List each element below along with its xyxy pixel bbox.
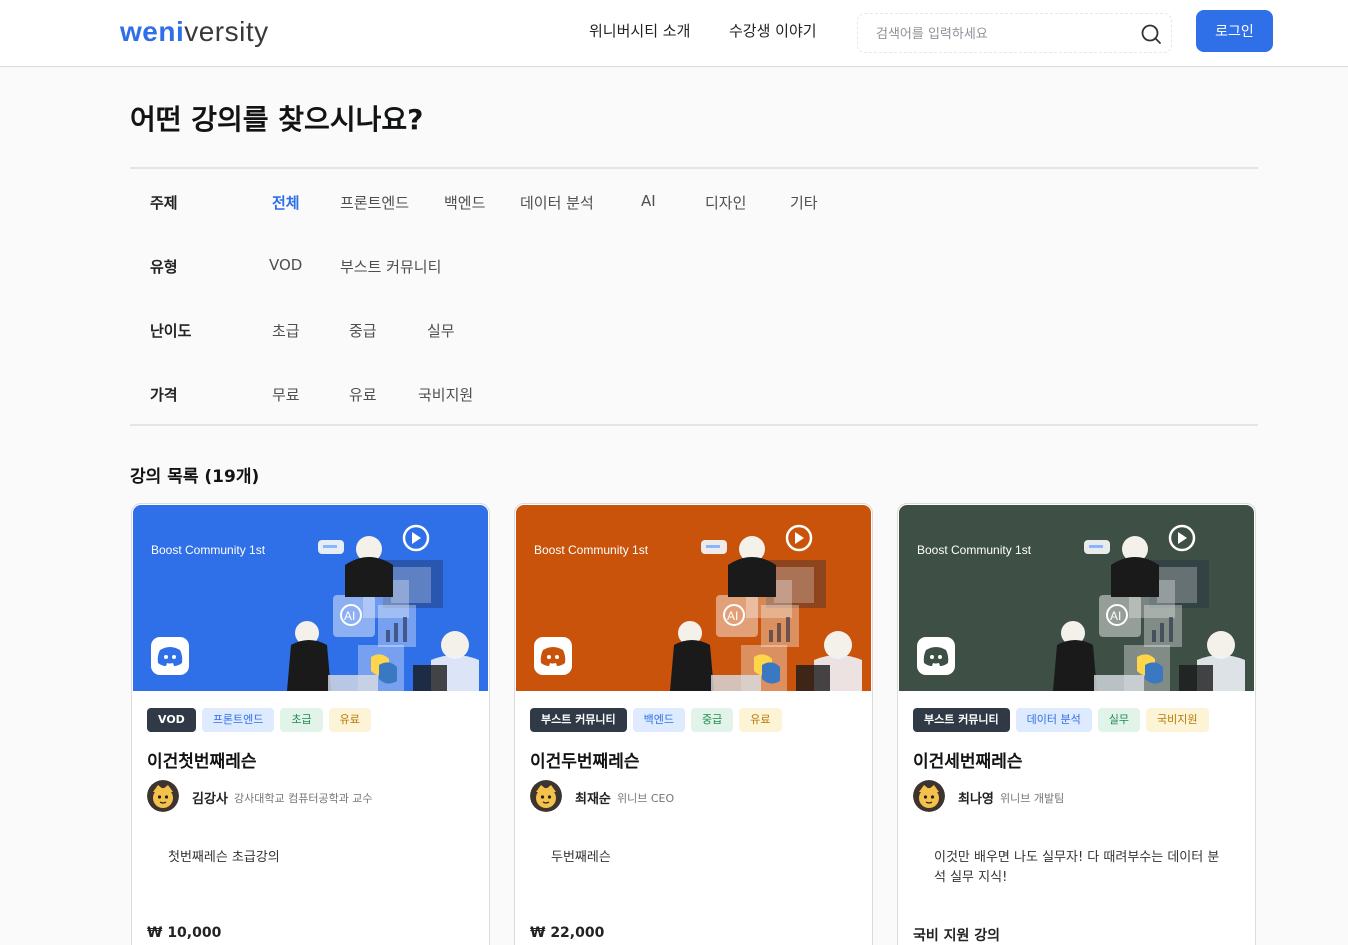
discord-icon: [157, 647, 183, 666]
tag-topic: 데이터 분석: [1015, 708, 1092, 732]
course-title[interactable]: 이건첫번째레슨: [147, 747, 256, 772]
filter-topic-data[interactable]: 데이터 분석: [520, 192, 594, 213]
course-banner-art: Boost Community 1st AI: [133, 505, 488, 691]
filter-price-gov[interactable]: 국비지원: [418, 384, 473, 405]
author-avatar-art: [913, 780, 945, 812]
search-box: [857, 13, 1172, 53]
course-description: 첫번째레슨 초급강의: [168, 850, 280, 865]
filter-price-paid[interactable]: 유료: [349, 384, 377, 405]
filter-label-level: 난이도: [150, 322, 192, 340]
tag-level: 초급: [280, 708, 323, 732]
filter-topic-backend[interactable]: 백엔드: [444, 192, 485, 213]
course-tags: VOD 프론트엔드 초급 유료: [147, 708, 377, 732]
avatar: [530, 780, 562, 812]
tag-price: 유료: [739, 708, 782, 732]
filter-level-intermediate[interactable]: 중급: [349, 320, 377, 341]
filter-level-practical[interactable]: 실무: [427, 320, 455, 341]
site-header: weniversity 위니버시티 소개 수강생 이야기 로그인: [0, 0, 1348, 67]
author-avatar-art: [530, 780, 562, 812]
course-thumbnail: Boost Community 1st AI: [899, 505, 1254, 691]
discord-icon: [923, 647, 949, 666]
nav-stories[interactable]: 수강생 이야기: [729, 20, 817, 41]
tag-type: VOD: [147, 708, 196, 732]
course-description: 두번째레슨: [551, 850, 611, 865]
filter-row-level: 난이도 초급 중급 실무: [130, 320, 1258, 350]
course-thumbnail: Boost Community 1st AI: [133, 505, 488, 691]
filter-label-price: 가격: [150, 386, 178, 404]
course-card[interactable]: Boost Community 1st AI 부스트 커뮤니티 데이터 분석 실…: [897, 503, 1256, 945]
author-name: 김강사: [192, 792, 228, 807]
filter-type-vod[interactable]: VOD: [269, 256, 302, 274]
filter-row-price: 가격 무료 유료 국비지원: [130, 384, 1258, 414]
nav-about[interactable]: 위니버시티 소개: [589, 20, 690, 41]
tag-topic: 프론트엔드: [201, 708, 275, 732]
banner-text: Boost Community 1st: [534, 543, 649, 557]
tag-type: 부스트 커뮤니티: [530, 708, 627, 732]
svg-text:AI: AI: [344, 609, 355, 623]
author-description: 위니브 개발팀: [1000, 792, 1065, 805]
course-card[interactable]: Boost Community 1st AI VOD 프론트엔드 초급 유료 이…: [131, 503, 490, 945]
filter-topic-etc[interactable]: 기타: [790, 192, 818, 213]
discord-icon: [540, 647, 566, 666]
search-input[interactable]: [876, 23, 1126, 45]
filter-label-type: 유형: [150, 258, 178, 276]
filter-panel: 주제 전체 프론트엔드 백엔드 데이터 분석 AI 디자인 기타 유형 VOD …: [130, 167, 1258, 426]
filter-price-free[interactable]: 무료: [272, 384, 300, 405]
course-banner-art: Boost Community 1st AI: [516, 505, 871, 691]
course-price: 국비 지원 강의: [913, 928, 1001, 944]
filter-row-topic: 주제 전체 프론트엔드 백엔드 데이터 분석 AI 디자인 기타: [130, 192, 1258, 222]
course-thumbnail: Boost Community 1st AI: [516, 505, 871, 691]
filter-row-type: 유형 VOD 부스트 커뮤니티: [130, 256, 1258, 286]
course-list-title: 강의 목록 (19개): [130, 467, 260, 487]
tag-price: 유료: [328, 708, 371, 732]
tag-topic: 백엔드: [632, 708, 686, 732]
banner-text: Boost Community 1st: [151, 543, 266, 557]
page-title: 어떤 강의를 찾으시나요?: [130, 103, 424, 136]
filter-topic-ai[interactable]: AI: [641, 192, 656, 210]
tag-price: 국비지원: [1146, 708, 1209, 732]
course-card[interactable]: Boost Community 1st AI 부스트 커뮤니티 백엔드 중급 유…: [514, 503, 873, 945]
logo-text: weniversity: [120, 16, 269, 47]
course-title[interactable]: 이건두번째레슨: [530, 747, 639, 772]
tag-level: 실무: [1097, 708, 1141, 732]
filter-topic-design[interactable]: 디자인: [705, 192, 746, 213]
avatar: [913, 780, 945, 812]
author-name: 최나영: [958, 792, 994, 807]
filter-topic-frontend[interactable]: 프론트엔드: [340, 192, 409, 213]
course-price: ₩ 22,000: [530, 925, 605, 941]
tag-type: 부스트 커뮤니티: [913, 708, 1010, 732]
course-tags: 부스트 커뮤니티 백엔드 중급 유료: [530, 708, 788, 732]
course-price: ₩ 10,000: [147, 925, 222, 941]
tag-level: 중급: [691, 708, 734, 732]
course-tags: 부스트 커뮤니티 데이터 분석 실무 국비지원: [913, 708, 1215, 732]
filter-topic-all[interactable]: 전체: [272, 192, 300, 213]
course-description: 이것만 배우면 나도 실무자! 다 때려부수는 데이터 분석 실무 지식!: [934, 850, 1220, 885]
author-description: 강사대학교 컴퓨터공학과 교수: [234, 792, 373, 805]
filter-level-beginner[interactable]: 초급: [272, 320, 300, 341]
author-name: 최재순: [575, 792, 611, 807]
filter-label-topic: 주제: [150, 194, 178, 212]
course-banner-art: Boost Community 1st AI: [899, 505, 1254, 691]
filter-type-boost[interactable]: 부스트 커뮤니티: [340, 256, 441, 277]
avatar: [147, 780, 179, 812]
course-title[interactable]: 이건세번째레슨: [913, 747, 1022, 772]
author-description: 위니브 CEO: [617, 792, 675, 805]
svg-text:AI: AI: [727, 609, 738, 623]
banner-text: Boost Community 1st: [917, 543, 1032, 557]
search-icon[interactable]: [1140, 23, 1162, 45]
login-button[interactable]: 로그인: [1196, 10, 1273, 52]
author-avatar-art: [147, 780, 179, 812]
svg-text:AI: AI: [1110, 609, 1121, 623]
